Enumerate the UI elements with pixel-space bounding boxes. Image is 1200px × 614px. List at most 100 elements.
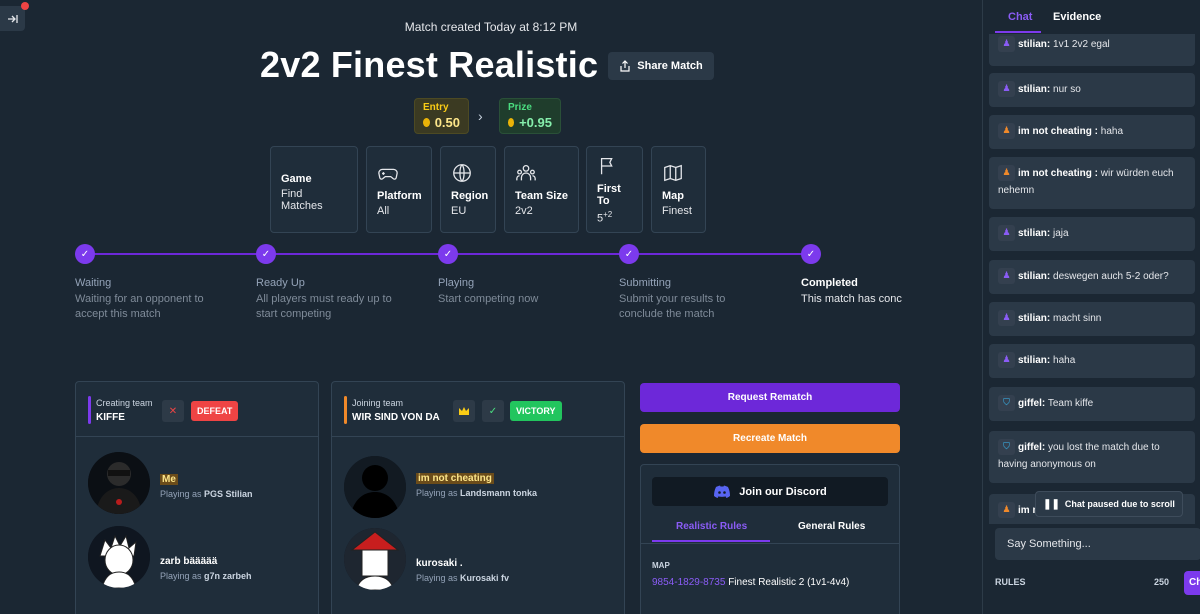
info-card-team-size: Team Size 2v2 <box>504 146 579 233</box>
send-chat-button[interactable]: Ch <box>1184 571 1200 595</box>
rules-link[interactable]: RULES <box>995 577 1026 587</box>
request-rematch-button[interactable]: Request Rematch <box>640 383 900 412</box>
game-value: Find Matches <box>281 188 323 212</box>
team-size-key: Team Size <box>515 190 568 202</box>
user-group-icon: ♟ <box>998 36 1015 53</box>
chat-message: ♟ stilian: 1v1 2v2 egal <box>989 34 1195 66</box>
chat-sidebar: Chat Evidence ♟ stilian: 1v1 2v2 egal ♟ st… <box>982 0 1200 614</box>
chat-message: ♟im not cheating : haha <box>989 115 1195 149</box>
chat-text: haha <box>1100 126 1124 137</box>
step-title: Completed <box>801 277 858 289</box>
player-row[interactable]: kurosaki . Playing as Kurosaki fv <box>332 528 572 608</box>
platform-value: All <box>377 205 390 217</box>
joining-team-card: Joining team WIR SIND VON DA ✓ VICTORY i… <box>331 381 625 614</box>
users-icon <box>516 165 536 181</box>
step-title: Ready Up <box>256 277 305 289</box>
first-to-key: First To <box>597 182 621 207</box>
playing-as-prefix: Playing as <box>416 488 458 498</box>
info-card-game: Game Find Matches <box>270 146 358 233</box>
chat-message: ♟ stilian: nur so <box>989 73 1195 107</box>
chat-user: stilian: <box>1018 271 1051 282</box>
tab-evidence[interactable]: Evidence <box>1053 11 1101 23</box>
chat-user: giffel: <box>1018 398 1046 409</box>
playing-as-prefix: Playing as <box>160 489 202 499</box>
divider <box>641 543 899 544</box>
step-title: Waiting <box>75 277 112 289</box>
player-row[interactable]: im not cheating Playing as Landsmann ton… <box>332 452 572 532</box>
step-ready-up: Ready Up All players must ready up to st… <box>256 276 406 322</box>
defeat-x-icon: ✕ <box>162 400 184 422</box>
info-card-region: Region EU <box>440 146 496 233</box>
playing-as-prefix: Playing as <box>416 573 458 583</box>
defeat-badge: DEFEAT <box>191 401 239 421</box>
globe-icon <box>453 164 471 182</box>
prize-badge: Prize +0.95 <box>499 98 561 134</box>
shield-icon: ⛉ <box>998 439 1015 456</box>
tab-realistic-rules[interactable]: Realistic Rules <box>676 521 747 532</box>
chat-user: stilian: <box>1018 313 1051 324</box>
map-name: Finest Realistic 2 (1v1-4v4) <box>728 577 850 588</box>
rules-panel: Join our Discord Realistic Rules General… <box>640 464 900 614</box>
player-row[interactable]: Me Playing as PGS Stilian <box>76 448 316 528</box>
step-desc: All players must ready up to start compe… <box>256 293 392 320</box>
avatar <box>344 528 406 590</box>
prize-label: Prize <box>508 102 532 113</box>
chat-user: stilian: <box>1018 39 1051 50</box>
avatar <box>88 452 150 514</box>
coin-icon <box>423 118 430 127</box>
step-desc: Start competing now <box>438 293 539 305</box>
chat-text: deswegen auch 5-2 oder? <box>1053 271 1169 282</box>
chat-input[interactable]: Say Something... <box>995 528 1200 560</box>
step-desc: This match has conc <box>801 293 902 305</box>
player-row[interactable]: zarb bäääää Playing as g7n zarbeh <box>76 526 316 606</box>
discord-icon <box>714 485 731 498</box>
chat-message: ⛉ giffel: you lost the match due to havin… <box>989 431 1195 483</box>
active-tab-indicator <box>995 31 1041 33</box>
chat-messages[interactable]: ♟ stilian: 1v1 2v2 egal ♟ stilian: nur so … <box>989 34 1195 524</box>
char-count: 250 <box>1154 577 1170 587</box>
playing-as-prefix: Playing as <box>160 571 202 581</box>
victory-check-icon: ✓ <box>482 400 504 422</box>
recreate-match-button[interactable]: Recreate Match <box>640 424 900 453</box>
creating-team-card: Creating team KIFFE ✕ DEFEAT Me Playing … <box>75 381 319 614</box>
team-color-bar <box>88 396 91 424</box>
map-key: Map <box>662 190 684 202</box>
coin-icon <box>508 118 515 127</box>
share-match-label: Share Match <box>637 60 703 72</box>
step-desc: Submit your results to conclude the matc… <box>619 293 726 320</box>
player-name: im not cheating <box>416 473 494 484</box>
step-title: Submitting <box>619 277 671 289</box>
pause-icon: ❚❚ <box>1043 498 1060 510</box>
info-card-first-to: First To 5+2 <box>586 146 643 233</box>
step-check-icon: ✓ <box>801 244 821 264</box>
map-section-label: MAP <box>652 561 670 570</box>
page-title: 2v2 Finest Realistic <box>260 44 599 85</box>
chat-user: stilian: <box>1018 355 1051 366</box>
chat-paused-label: Chat paused due to scroll <box>1064 499 1175 509</box>
user-group-icon: ♟ <box>998 81 1015 98</box>
join-discord-label: Join our Discord <box>739 485 827 498</box>
chat-text: Team kiffe <box>1047 398 1094 409</box>
chat-message: ⛉ giffel: Team kiffe <box>989 387 1195 421</box>
tab-general-rules[interactable]: General Rules <box>798 521 865 532</box>
match-page: Match created Today at 8:12 PM 2v2 Fines… <box>0 0 982 614</box>
user-group-icon: ♟ <box>998 225 1015 242</box>
chat-paused-indicator[interactable]: ❚❚ Chat paused due to scroll <box>1035 491 1183 517</box>
playing-as-name: Landsmann tonka <box>460 488 538 498</box>
map-code-link[interactable]: 9854-1829-8735 <box>652 577 725 588</box>
chat-message: ♟ stilian: macht sinn <box>989 302 1195 336</box>
team-size-value: 2v2 <box>515 205 533 217</box>
tab-chat[interactable]: Chat <box>1008 11 1032 23</box>
chat-message: ♟ stilian: deswegen auch 5-2 oder? <box>989 260 1195 294</box>
user-group-icon: ♟ <box>998 165 1015 182</box>
shield-icon: ⛉ <box>998 395 1015 412</box>
map-value: Finest <box>662 205 692 217</box>
share-match-button[interactable]: Share Match <box>608 52 714 80</box>
join-discord-button[interactable]: Join our Discord <box>652 477 888 506</box>
active-tab-indicator <box>652 540 770 542</box>
entry-label: Entry <box>423 102 449 113</box>
playing-as-name: g7n zarbeh <box>204 571 252 581</box>
avatar <box>88 526 150 588</box>
crown-icon <box>453 400 475 422</box>
step-waiting: Waiting Waiting for an opponent to accep… <box>75 276 225 322</box>
